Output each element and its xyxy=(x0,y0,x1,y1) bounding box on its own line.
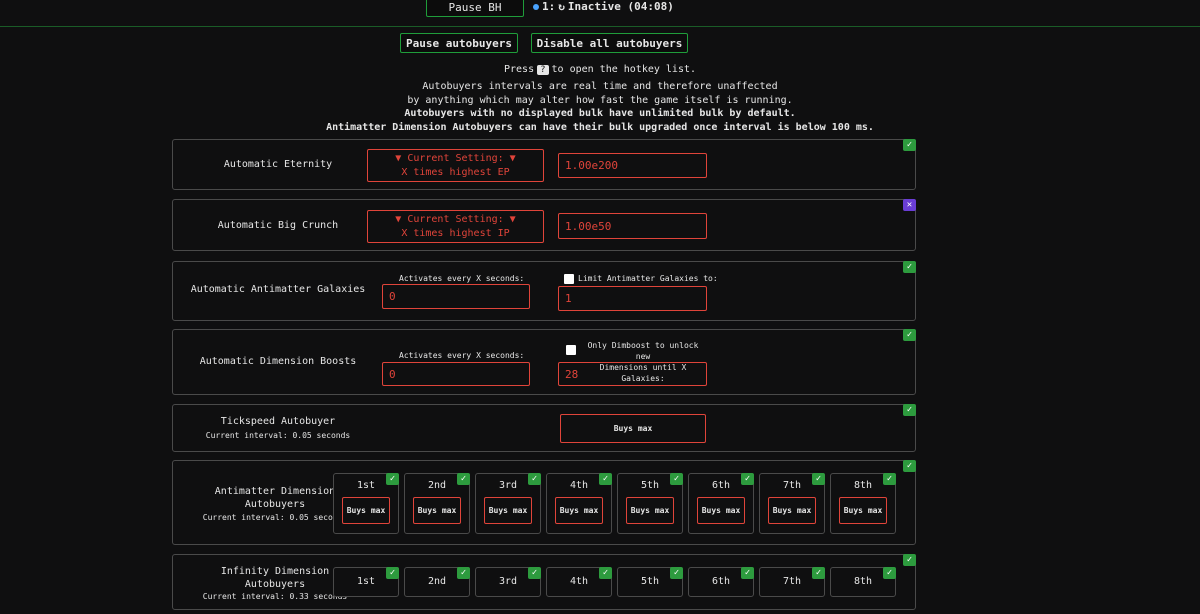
big-crunch-setting-line2: X times highest IP xyxy=(401,228,510,239)
ad-dimension-toggle-checkbox[interactable]: ✓ xyxy=(883,473,896,485)
ad-dimension-toggle-checkbox[interactable]: ✓ xyxy=(741,473,754,485)
ad-dimension-toggle-checkbox[interactable]: ✓ xyxy=(599,473,612,485)
id-dimension-box: 3rd ✓ xyxy=(475,567,541,597)
galaxies-toggle-checkbox[interactable]: ✓ xyxy=(903,261,916,273)
ad-dimension-mode-button[interactable]: Buys max xyxy=(626,497,674,524)
eternity-setting-select[interactable]: ▼ Current Setting: ▼ X times highest EP xyxy=(367,149,544,182)
dimboost-autobuyer-row: Automatic Dimension Boosts Activates eve… xyxy=(172,329,916,395)
disable-all-autobuyers-button[interactable]: Disable all autobuyers xyxy=(531,33,688,53)
ad-autobuyers-toggle-checkbox[interactable]: ✓ xyxy=(903,460,916,472)
ad-dimension-mode-button[interactable]: Buys max xyxy=(697,497,745,524)
ad-dimension-box: 6th Buys max ✓ xyxy=(688,473,754,534)
big-crunch-setting-line1: ▼ Current Setting: ▼ xyxy=(395,214,516,225)
tickspeed-mode-button[interactable]: Buys max xyxy=(560,414,706,443)
ad-dimension-toggle-checkbox[interactable]: ✓ xyxy=(670,473,683,485)
eternity-setting-line1: ▼ Current Setting: ▼ xyxy=(395,153,516,164)
ad-dimension-mode-button[interactable]: Buys max xyxy=(555,497,603,524)
ad-dimension-mode-button[interactable]: Buys max xyxy=(484,497,532,524)
ad-dimension-box: 2nd Buys max ✓ xyxy=(404,473,470,534)
id-dimension-toggle-checkbox[interactable]: ✓ xyxy=(528,567,541,579)
ad-dimension-toggle-checkbox[interactable]: ✓ xyxy=(386,473,399,485)
ad-dimension-mode-button[interactable]: Buys max xyxy=(839,497,887,524)
dimboost-limit-line1: Only Dimboost to unlock new xyxy=(587,341,699,361)
id-dimension-box: 5th ✓ xyxy=(617,567,683,597)
tickspeed-autobuyer-row: Tickspeed Autobuyer Current interval: 0.… xyxy=(172,404,916,452)
galaxies-limit-checkbox[interactable] xyxy=(564,274,574,284)
ad-dimension-toggle-checkbox[interactable]: ✓ xyxy=(528,473,541,485)
id-dimension-box: 2nd ✓ xyxy=(404,567,470,597)
ad-dimension-toggle-checkbox[interactable]: ✓ xyxy=(457,473,470,485)
black-hole-status: 1: ↻ Inactive (04:08) xyxy=(533,0,674,13)
pause-autobuyers-button[interactable]: Pause autobuyers xyxy=(400,33,518,53)
id-dimension-toggle-checkbox[interactable]: ✓ xyxy=(386,567,399,579)
dimboost-label: Automatic Dimension Boosts xyxy=(199,356,357,367)
id-dimension-box: 6th ✓ xyxy=(688,567,754,597)
hotkey-hint-press: Press xyxy=(503,64,535,75)
status-prefix: 1: xyxy=(542,0,556,13)
eternity-toggle-checkbox[interactable]: ✓ xyxy=(903,139,916,151)
eternity-autobuyer-row: Automatic Eternity ▼ Current Setting: ▼ … xyxy=(172,139,916,190)
ad-dimension-box: 8th Buys max ✓ xyxy=(830,473,896,534)
galaxies-limit-input[interactable]: 1 xyxy=(558,286,707,311)
ad-dimension-box: 1st Buys max ✓ xyxy=(333,473,399,534)
dimboost-interval-input[interactable]: 0 xyxy=(382,362,530,386)
ad-dimension-mode-button[interactable]: Buys max xyxy=(768,497,816,524)
top-bar: Pause BH 1: ↻ Inactive (04:08) xyxy=(0,0,1200,26)
id-dimension-box: 7th ✓ xyxy=(759,567,825,597)
ad-dimension-box: 7th Buys max ✓ xyxy=(759,473,825,534)
id-dimension-toggle-checkbox[interactable]: ✓ xyxy=(670,567,683,579)
id-dimension-toggle-checkbox[interactable]: ✓ xyxy=(457,567,470,579)
dimboost-limit-input[interactable]: 28 xyxy=(558,362,707,386)
ad-dimension-mode-button[interactable]: Buys max xyxy=(342,497,390,524)
id-dimension-toggle-checkbox[interactable]: ✓ xyxy=(883,567,896,579)
eternity-amount-input[interactable]: 1.00e200 xyxy=(558,153,707,178)
ad-dimension-box: 3rd Buys max ✓ xyxy=(475,473,541,534)
tickspeed-interval: Current interval: 0.05 seconds xyxy=(205,431,351,440)
galaxies-label: Automatic Antimatter Galaxies xyxy=(190,284,366,295)
info-line-4: Antimatter Dimension Autobuyers can have… xyxy=(326,122,874,133)
ad-dimension-mode-button[interactable]: Buys max xyxy=(413,497,461,524)
pause-bh-button[interactable]: Pause BH xyxy=(426,0,524,17)
id-autobuyers-toggle-checkbox[interactable]: ✓ xyxy=(903,554,916,566)
id-dimension-box: 1st ✓ xyxy=(333,567,399,597)
status-text: Inactive (04:08) xyxy=(567,0,674,13)
hotkey-hint-text: to open the hotkey list. xyxy=(551,64,697,75)
tickspeed-label: Tickspeed Autobuyer xyxy=(220,416,336,427)
id-dimension-box: 4th ✓ xyxy=(546,567,612,597)
id-dimension-toggle-checkbox[interactable]: ✓ xyxy=(599,567,612,579)
big-crunch-autobuyer-row: Automatic Big Crunch ▼ Current Setting: … xyxy=(172,199,916,251)
ad-dimension-toggle-checkbox[interactable]: ✓ xyxy=(812,473,825,485)
header-divider xyxy=(0,26,1200,27)
tickspeed-toggle-checkbox[interactable]: ✓ xyxy=(903,404,916,416)
black-hole-icon xyxy=(533,3,539,10)
eternity-label: Automatic Eternity xyxy=(223,159,333,170)
info-line-3: Autobuyers with no displayed bulk have u… xyxy=(404,108,796,119)
reload-icon: ↻ xyxy=(558,0,565,13)
info-line-2: by anything which may alter how fast the… xyxy=(407,95,793,106)
galaxies-interval-label: Activates every X seconds: xyxy=(399,274,525,283)
galaxies-interval-input[interactable]: 0 xyxy=(382,284,530,309)
id-dimension-box: 8th ✓ xyxy=(830,567,896,597)
hotkey-hint: Press? to open the hotkey list. xyxy=(0,64,1200,75)
galaxies-limit-label: Limit Antimatter Galaxies to: xyxy=(578,274,718,283)
dimboost-limit-checkbox[interactable] xyxy=(566,345,576,355)
big-crunch-toggle-checkbox[interactable]: ✕ xyxy=(903,199,916,211)
id-autobuyers-row: Infinity Dimension Autobuyers Current in… xyxy=(172,554,916,610)
id-dimension-toggle-checkbox[interactable]: ✓ xyxy=(741,567,754,579)
id-dimension-toggle-checkbox[interactable]: ✓ xyxy=(812,567,825,579)
info-line-1: Autobuyers intervals are real time and t… xyxy=(422,81,778,92)
eternity-setting-line2: X times highest EP xyxy=(401,167,510,178)
dimboost-toggle-checkbox[interactable]: ✓ xyxy=(903,329,916,341)
galaxies-autobuyer-row: Automatic Antimatter Galaxies Activates … xyxy=(172,261,916,321)
ad-dimension-box: 4th Buys max ✓ xyxy=(546,473,612,534)
ad-autobuyers-row: Antimatter Dimension Autobuyers Current … xyxy=(172,460,916,545)
big-crunch-amount-input[interactable]: 1.00e50 xyxy=(558,213,707,239)
dimboost-interval-label: Activates every X seconds: xyxy=(399,351,525,360)
big-crunch-label: Automatic Big Crunch xyxy=(217,220,339,231)
big-crunch-setting-select[interactable]: ▼ Current Setting: ▼ X times highest IP xyxy=(367,210,544,243)
ad-dimension-box: 5th Buys max ✓ xyxy=(617,473,683,534)
hotkey-key: ? xyxy=(537,65,549,75)
